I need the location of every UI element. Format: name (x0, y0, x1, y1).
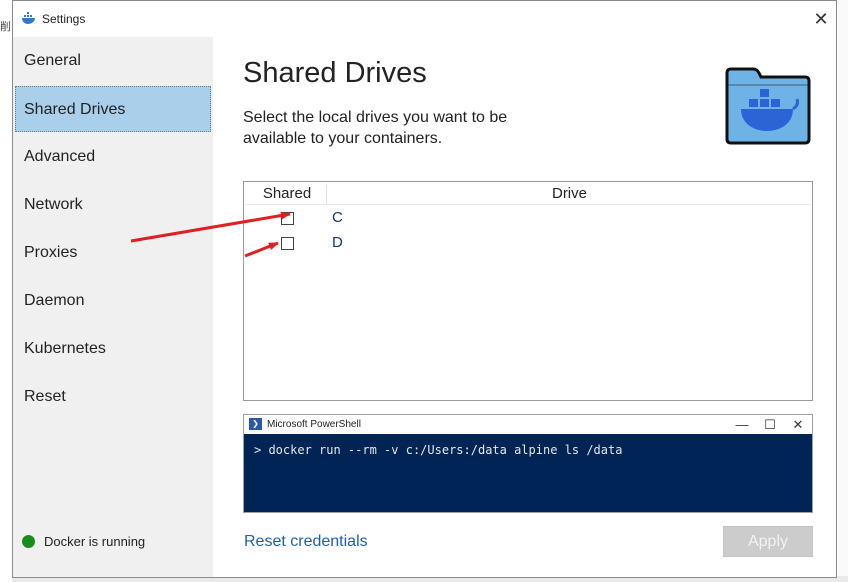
status-dot-icon (22, 535, 35, 548)
docker-status: Docker is running (22, 534, 145, 549)
window-title: Settings (42, 12, 86, 26)
sidebar-item-network[interactable]: Network (13, 182, 213, 228)
sidebar-item-daemon[interactable]: Daemon (13, 278, 213, 324)
column-header-drive: Drive (551, 185, 587, 202)
page-description: Select the local drives you want to be a… (243, 109, 508, 147)
header-divider (246, 204, 810, 205)
settings-window: Settings ✕ General Shared Drives Advance… (12, 0, 837, 578)
powershell-title: Microsoft PowerShell (267, 419, 361, 430)
drive-c-checkbox[interactable] (281, 212, 294, 225)
sidebar-item-kubernetes[interactable]: Kubernetes (13, 326, 213, 372)
docker-whale-icon (22, 12, 35, 24)
powershell-command: > docker run --rm -v c:/Users:/data alpi… (254, 443, 623, 457)
drive-letter: C (332, 209, 343, 226)
title-bar: Settings ✕ (13, 1, 836, 37)
status-text: Docker is running (44, 534, 146, 549)
sidebar-item-shared-drives[interactable]: Shared Drives (15, 86, 211, 132)
drive-letter: D (332, 234, 343, 251)
shared-drives-table: Shared Drive C D (243, 181, 813, 401)
shared-folder-whale-icon (725, 67, 811, 145)
sidebar-item-proxies[interactable]: Proxies (13, 230, 213, 276)
powershell-window: ❯ Microsoft PowerShell — ☐ ✕ > docker ru… (243, 414, 813, 513)
settings-sidebar: General Shared Drives Advanced Network P… (13, 37, 213, 577)
drive-row: D (244, 231, 812, 256)
drive-d-checkbox[interactable] (281, 237, 294, 250)
powershell-minimize-button[interactable]: — (730, 415, 754, 434)
drive-row: C (244, 206, 812, 231)
powershell-icon: ❯ (249, 418, 262, 430)
sidebar-item-advanced[interactable]: Advanced (13, 134, 213, 180)
column-header-shared: Shared (262, 185, 312, 202)
powershell-title-bar: ❯ Microsoft PowerShell — ☐ ✕ (244, 415, 812, 434)
background-window-edge-right (836, 0, 848, 582)
background-edge-char: 削 (0, 21, 11, 33)
page-title: Shared Drives (243, 57, 427, 89)
background-window-edge: 削 (0, 0, 12, 582)
powershell-close-button[interactable]: ✕ (786, 415, 810, 434)
reset-credentials-link[interactable]: Reset credentials (244, 533, 368, 551)
sidebar-item-general[interactable]: General (13, 38, 213, 84)
powershell-maximize-button[interactable]: ☐ (758, 415, 782, 434)
main-panel: Shared Drives Select the local drives yo… (213, 37, 836, 577)
sidebar-item-reset[interactable]: Reset (13, 374, 213, 420)
window-close-button[interactable]: ✕ (806, 5, 836, 33)
apply-button[interactable]: Apply (723, 526, 813, 557)
